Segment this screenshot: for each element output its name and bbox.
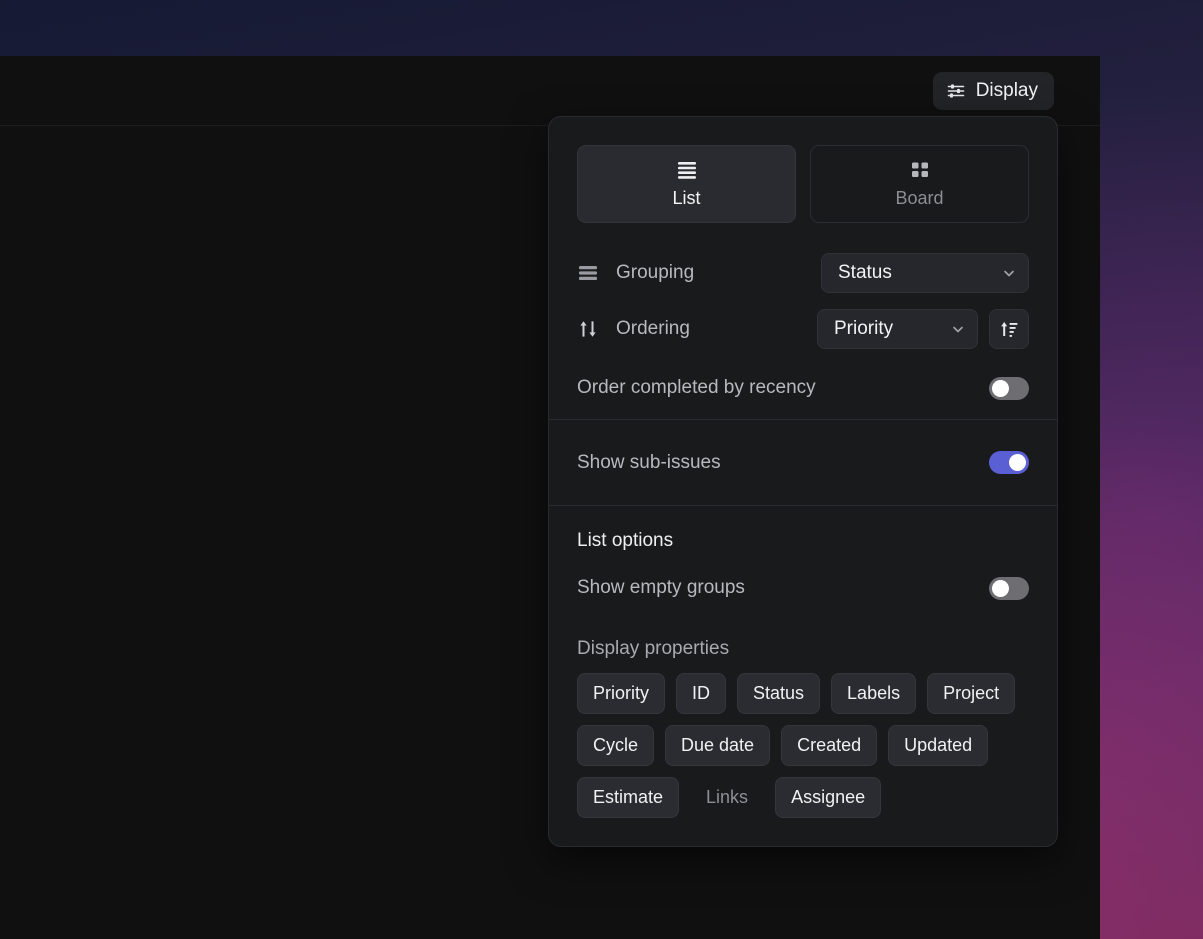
view-option-board[interactable]: Board xyxy=(810,145,1029,223)
property-chip-cycle[interactable]: Cycle xyxy=(577,725,655,766)
show-empty-groups-row: Show empty groups xyxy=(577,560,1029,616)
board-icon xyxy=(909,161,931,179)
list-options-title: List options xyxy=(577,530,674,551)
display-button-label: Display xyxy=(975,80,1038,101)
order-completed-toggle[interactable] xyxy=(989,376,1029,400)
show-sub-issues-toggle[interactable] xyxy=(989,451,1029,474)
ordering-row: Ordering Priority xyxy=(577,301,1029,357)
display-properties-title: Display properties xyxy=(577,638,730,659)
list-icon xyxy=(676,161,698,179)
stacked-bars-icon xyxy=(577,265,599,281)
ordering-select[interactable]: Priority xyxy=(817,309,978,349)
show-sub-issues-label: Show sub-issues xyxy=(577,451,721,473)
property-chip-status[interactable]: Status xyxy=(737,673,821,714)
arrows-up-down-icon xyxy=(577,320,599,338)
property-chip-assignee[interactable]: Assignee xyxy=(775,777,882,818)
chevron-down-icon xyxy=(950,321,966,337)
view-option-list-label: List xyxy=(672,188,701,208)
toggle-knob xyxy=(992,379,1009,397)
sort-ascending-icon xyxy=(999,319,1019,339)
show-empty-groups-toggle[interactable] xyxy=(989,576,1029,600)
sub-issues-section: Show sub-issues xyxy=(549,420,1057,505)
grouping-select-value: Status xyxy=(838,262,892,283)
property-chip-priority[interactable]: Priority xyxy=(577,673,666,714)
property-chip-created[interactable]: Created xyxy=(781,725,878,766)
sliders-icon xyxy=(946,81,966,101)
grouping-row: Grouping Status xyxy=(577,245,1029,301)
property-chip-estimate[interactable]: Estimate xyxy=(577,777,680,818)
order-completed-label: Order completed by recency xyxy=(577,377,816,398)
toggle-knob xyxy=(1009,454,1026,471)
property-chip-project[interactable]: Project xyxy=(927,673,1016,714)
view-switch: List Board xyxy=(577,117,1029,245)
property-chip-id[interactable]: ID xyxy=(676,673,727,714)
grouping-ordering-section: Grouping Status Ordering Priority Order … xyxy=(549,245,1057,419)
show-sub-issues-row: Show sub-issues xyxy=(577,420,1029,505)
property-chip-links[interactable]: Links xyxy=(690,777,764,818)
ordering-select-value: Priority xyxy=(834,318,894,339)
list-options-section: List options Show empty groups Display p… xyxy=(549,506,1057,844)
display-options-panel: List Board Grouping Status Ordering Prio… xyxy=(548,116,1058,847)
property-chip-updated[interactable]: Updated xyxy=(888,725,989,766)
order-completed-row: Order completed by recency xyxy=(577,357,1029,419)
grouping-label: Grouping xyxy=(616,262,695,283)
ordering-label: Ordering xyxy=(616,318,690,339)
view-switch-section: List Board xyxy=(549,117,1057,245)
display-properties-chips: Priority ID Status Labels Project Cycle Due da… xyxy=(577,673,1017,818)
display-button[interactable]: Display xyxy=(932,71,1054,110)
sort-direction-button[interactable] xyxy=(989,309,1029,349)
view-option-list[interactable]: List xyxy=(577,145,796,223)
toggle-knob xyxy=(992,579,1009,597)
chevron-down-icon xyxy=(1001,265,1017,281)
grouping-select[interactable]: Status xyxy=(821,253,1029,293)
desktop-wallpaper: Display List Board Grouping Status Order… xyxy=(0,0,1203,939)
property-chip-due-date[interactable]: Due date xyxy=(665,725,771,766)
app-window: Display List Board Grouping Status Order… xyxy=(0,56,1100,939)
show-empty-groups-label: Show empty groups xyxy=(577,577,745,598)
view-option-board-label: Board xyxy=(895,188,944,208)
property-chip-labels[interactable]: Labels xyxy=(831,673,917,714)
